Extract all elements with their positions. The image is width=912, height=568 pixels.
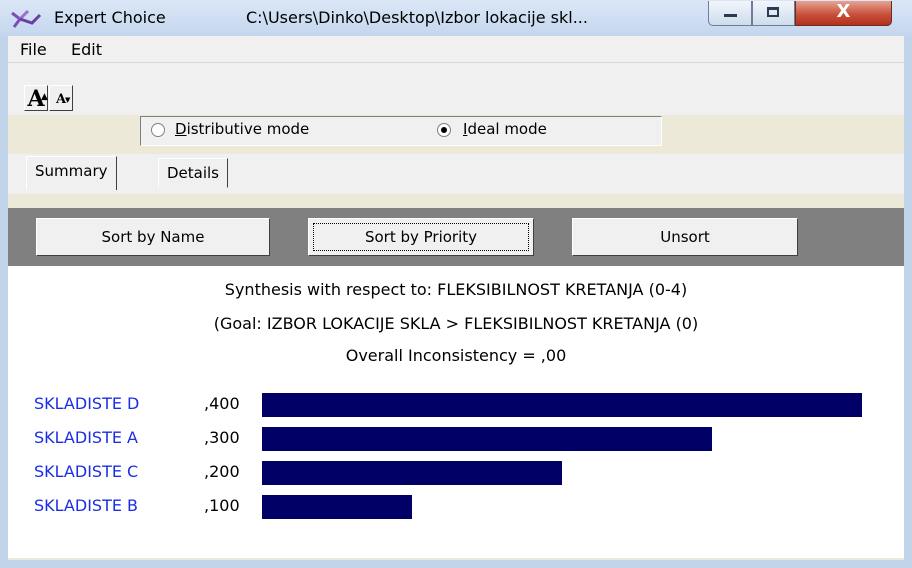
- overall-inconsistency: Overall Inconsistency = ,00: [345, 346, 567, 365]
- maximize-icon: [767, 7, 779, 17]
- app-window: Expert Choice C:\Users\Dinko\Desktop\Izb…: [0, 0, 912, 568]
- menu-file[interactable]: File: [20, 40, 47, 59]
- minimize-icon: [724, 14, 737, 17]
- alternative-name: SKLADISTE D: [34, 394, 140, 413]
- alternative-priority-value: ,200: [204, 462, 240, 481]
- menu-edit[interactable]: Edit: [71, 40, 102, 59]
- tab-details[interactable]: Details: [158, 158, 229, 188]
- sort-toolbar: Sort by Name Sort by Priority Unsort: [8, 208, 904, 266]
- mode-radio-group: Distributive mode Ideal mode: [140, 116, 662, 146]
- increase-font-button[interactable]: A ▲: [24, 85, 48, 112]
- window-title-file-path: C:\Users\Dinko\Desktop\Izbor lokacije sk…: [246, 8, 588, 27]
- maximize-button[interactable]: [752, 1, 795, 26]
- minimize-button[interactable]: [708, 1, 752, 26]
- tab-summary[interactable]: Summary: [26, 156, 117, 190]
- ideal-mode-radio[interactable]: [437, 123, 451, 137]
- menu-bar: File Edit: [8, 36, 904, 63]
- title-bar[interactable]: Expert Choice C:\Users\Dinko\Desktop\Izb…: [0, 0, 912, 36]
- alternative-priority-value: ,400: [204, 394, 240, 413]
- window-title-app-name: Expert Choice: [54, 8, 166, 27]
- close-button[interactable]: X: [795, 1, 892, 26]
- alternative-priority-value: ,300: [204, 428, 240, 447]
- tab-summary-label: Summary: [35, 162, 108, 180]
- alternative-name: SKLADISTE B: [34, 496, 139, 515]
- close-icon: X: [836, 1, 851, 22]
- alternative-name: SKLADISTE A: [34, 428, 138, 447]
- focus-ring: [313, 223, 529, 251]
- alternative-priority-value: ,100: [204, 496, 240, 515]
- priority-bar: [262, 393, 862, 417]
- sort-by-name-button[interactable]: Sort by Name: [36, 218, 270, 256]
- synthesis-results-panel: Synthesis with respect to: FLEKSIBILNOST…: [8, 266, 904, 558]
- synthesis-goal-path: (Goal: IZBOR LOKACIJE SKLA > FLEKSIBILNO…: [213, 314, 699, 333]
- sort-by-priority-button[interactable]: Sort by Priority: [308, 218, 534, 256]
- tab-details-label: Details: [167, 164, 220, 182]
- expert-choice-logo-icon: [11, 9, 42, 28]
- ideal-mode-label[interactable]: Ideal mode: [463, 120, 547, 138]
- tab-strip: Summary Details: [8, 154, 904, 194]
- unsort-button[interactable]: Unsort: [572, 218, 798, 256]
- synthesis-title: Synthesis with respect to: FLEKSIBILNOST…: [224, 280, 688, 299]
- priority-bar: [262, 461, 562, 485]
- distributive-mode-label[interactable]: Distributive mode: [175, 120, 309, 138]
- priority-bar: [262, 427, 712, 451]
- toolbar: [8, 63, 904, 115]
- alternative-name: SKLADISTE C: [34, 462, 139, 481]
- distributive-mode-radio[interactable]: [151, 123, 165, 137]
- decrease-font-button[interactable]: A ▼: [49, 85, 73, 111]
- priority-bar: [262, 495, 412, 519]
